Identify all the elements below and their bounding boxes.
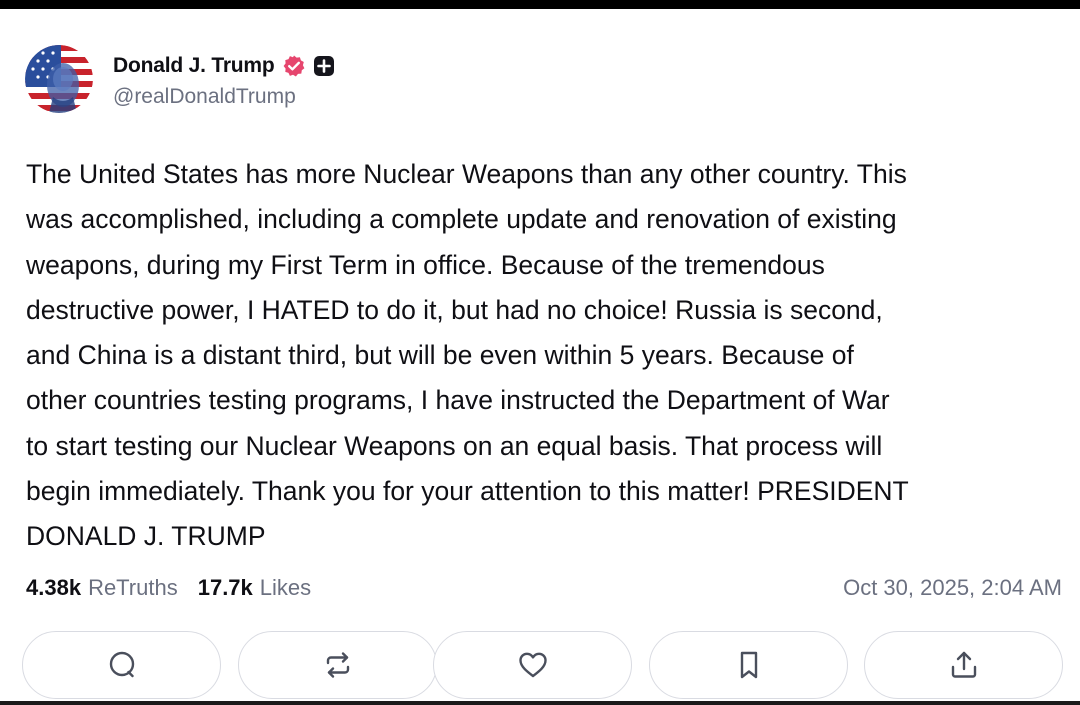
plus-badge-icon (313, 55, 335, 77)
likes-count[interactable]: 17.7k (198, 575, 253, 601)
author-name[interactable]: Donald J. Trump (113, 54, 275, 78)
retruth-button[interactable] (238, 631, 437, 699)
retruths-label[interactable]: ReTruths (88, 575, 178, 601)
reply-icon (109, 651, 134, 678)
bookmark-button[interactable] (649, 631, 848, 699)
like-button[interactable] (433, 631, 632, 699)
post-card: Donald J. Trump @realDonaldTrump The Uni… (0, 9, 1080, 701)
author-handle[interactable]: @realDonaldTrump (113, 85, 296, 109)
top-edge-bar (0, 0, 1080, 9)
bottom-edge-bar (0, 701, 1080, 705)
share-icon (951, 651, 976, 678)
author-row: Donald J. Trump (113, 51, 335, 81)
reply-button[interactable] (22, 631, 221, 699)
heart-icon (518, 652, 547, 678)
action-bar (22, 631, 1066, 701)
retruths-count[interactable]: 4.38k (26, 575, 81, 601)
post-timestamp: Oct 30, 2025, 2:04 AM (843, 575, 1062, 600)
avatar-image (25, 45, 93, 113)
post-stats: 4.38k ReTruths 17.7k Likes (26, 570, 311, 606)
post-body-text: The United States has more Nuclear Weapo… (26, 159, 909, 552)
verified-badge-icon (282, 54, 306, 78)
avatar[interactable] (25, 45, 93, 113)
share-button[interactable] (864, 631, 1063, 699)
retruth-icon (326, 652, 349, 678)
bookmark-icon (740, 651, 757, 679)
likes-label[interactable]: Likes (260, 575, 311, 601)
